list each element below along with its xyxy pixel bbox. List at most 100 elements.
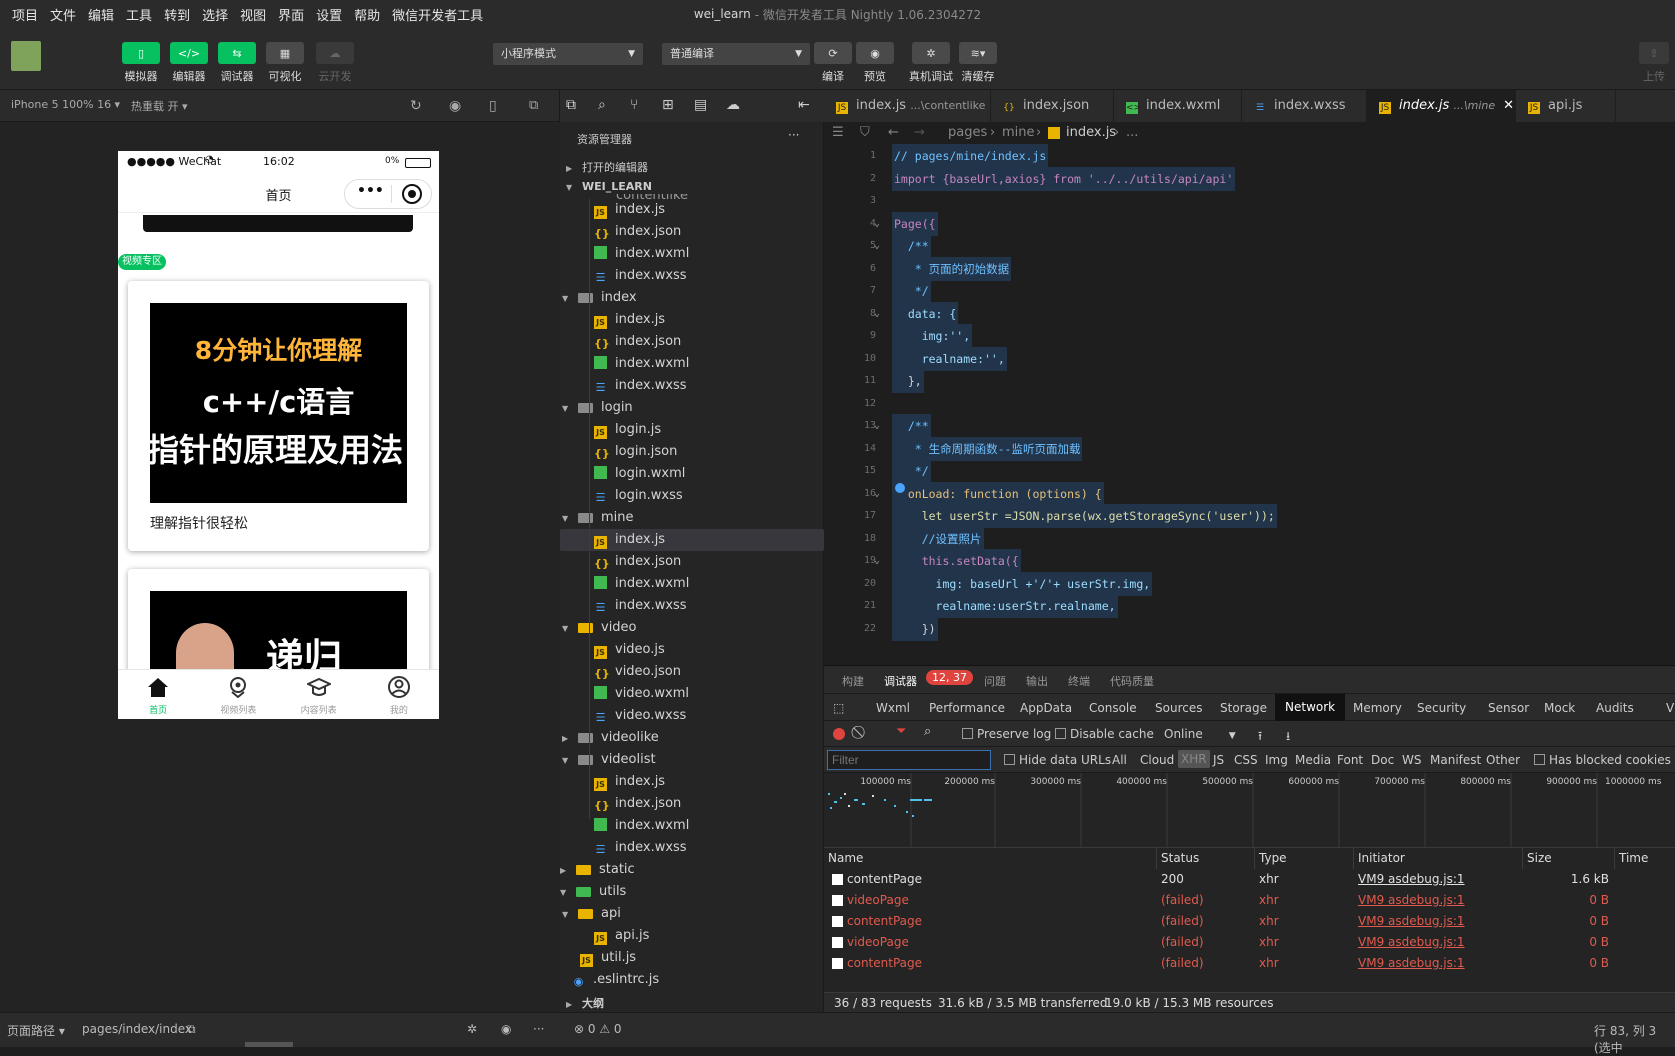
menu-help[interactable]: 帮助 (348, 5, 386, 24)
editor-tab[interactable]: JS index.js ...\contentlike (824, 90, 991, 122)
request-initiator[interactable]: VM9 asdebug.js:1 (1358, 911, 1465, 932)
filter-media[interactable]: Media (1295, 753, 1331, 767)
editor-tab[interactable]: JS api.js (1516, 90, 1616, 122)
tree-item[interactable]: ▼ mine (560, 507, 824, 529)
request-initiator[interactable]: VM9 asdebug.js:1 (1358, 869, 1465, 890)
filter-js[interactable]: JS (1213, 753, 1224, 767)
column-initiator[interactable]: Initiator (1354, 848, 1523, 869)
tab-build[interactable]: 构建 (842, 673, 864, 689)
simulator-button[interactable]: ▯ 模拟器 (119, 42, 163, 84)
column-size[interactable]: Size (1523, 848, 1615, 869)
menu-view[interactable]: 视图 (234, 5, 272, 24)
code-line[interactable]: 2 import {baseUrl,axios} from '../../util… (824, 166, 1675, 191)
code-line[interactable]: 5 ⌄ /** (824, 234, 1675, 258)
tree-item[interactable]: index.wxml (560, 353, 824, 375)
filter-other[interactable]: Other (1486, 753, 1520, 767)
table-row[interactable]: contentPage (failed) xhr VM9 asdebug.js:1 0 … (824, 953, 1675, 974)
bug-icon[interactable]: ✲ (467, 1022, 477, 1036)
column-type[interactable]: Type (1255, 848, 1354, 869)
tree-item[interactable]: ☰ video.wxss (560, 705, 824, 727)
menu-settings[interactable]: 设置 (310, 5, 348, 24)
extensions-icon[interactable]: ⊞ (662, 97, 674, 113)
panel-tab-wxml[interactable]: Wxml (876, 701, 910, 715)
panel-tab-sensor[interactable]: Sensor (1488, 701, 1529, 715)
column-status[interactable]: Status (1157, 848, 1255, 869)
window-icon[interactable]: ⧉ (529, 98, 538, 113)
upload-button[interactable]: ⇪ 上传 (1636, 42, 1672, 84)
more-icon[interactable]: ··· (788, 128, 799, 142)
code-line[interactable]: 16 ⌄ onLoad: function (options) { (824, 481, 1675, 506)
code-line[interactable]: 12 (824, 392, 1675, 416)
panel-icon[interactable]: ▤ (694, 97, 707, 113)
back-arrow-icon[interactable]: ← (888, 122, 899, 144)
close-icon[interactable]: ✕ (1503, 98, 1514, 113)
fold-chevron-icon[interactable]: ⌄ (874, 414, 880, 438)
workspace-root[interactable]: ▼ WEI_LEARN (566, 180, 652, 193)
tree-item[interactable]: index.wxml (560, 243, 824, 265)
copy-icon[interactable]: ⧉ (187, 1022, 196, 1037)
fold-chevron-icon[interactable]: ⌄ (874, 234, 880, 258)
tree-item[interactable]: JS login.js (560, 419, 824, 441)
panel-tab-more[interactable]: Vi (1666, 701, 1675, 715)
tab-video-list[interactable]: 视频列表 (198, 670, 278, 719)
column-name[interactable]: Name (824, 848, 1157, 869)
code-line[interactable]: 14 * 生命周期函数--监听页面加载 (824, 436, 1675, 461)
filter-ws[interactable]: WS (1402, 753, 1421, 767)
code-line[interactable]: 9 img:'', (824, 324, 1675, 348)
forward-arrow-icon[interactable]: → (914, 122, 925, 144)
remote-debug-button[interactable]: ✲ 真机调试 (903, 42, 959, 84)
filter-cloud[interactable]: Cloud (1140, 753, 1174, 767)
request-initiator[interactable]: VM9 asdebug.js:1 (1358, 932, 1465, 953)
code-area[interactable]: 1 // pages/mine/index.js 2 import {baseUrl,… (824, 144, 1675, 665)
panel-tab-audits[interactable]: Audits (1596, 701, 1634, 715)
tree-item[interactable]: {} login.json (560, 441, 824, 463)
hot-reload-select[interactable]: 热重载 开 ▾ (131, 98, 188, 114)
editor-button[interactable]: </> 编辑器 (167, 42, 211, 84)
tree-item[interactable]: ▼ videolist (560, 749, 824, 771)
panel-tab-network[interactable]: Network (1275, 694, 1346, 721)
tree-item[interactable]: {} index.json (560, 551, 824, 573)
table-row[interactable]: contentPage (failed) xhr VM9 asdebug.js:1 0 … (824, 911, 1675, 932)
tree-item[interactable]: ▼ login (560, 397, 824, 419)
menu-project[interactable]: 项目 (6, 5, 44, 24)
code-line[interactable]: 1 // pages/mine/index.js (824, 144, 1675, 168)
breadcrumb-item[interactable]: ... (1126, 122, 1138, 144)
menu-wechat-devtools[interactable]: 微信开发者工具 (386, 5, 489, 24)
capsule-menu[interactable]: ••• (344, 179, 432, 209)
tree-item[interactable]: login.wxml (560, 463, 824, 485)
open-editors-section[interactable]: ▶ 打开的编辑器 (566, 159, 648, 175)
tree-item[interactable]: JS util.js (560, 947, 824, 969)
eye-icon[interactable]: ◉ (501, 1022, 511, 1036)
panel-tab-security[interactable]: Security (1417, 701, 1466, 715)
panel-tab-mock[interactable]: Mock (1544, 701, 1575, 715)
blocked-cookies-checkbox[interactable]: Has blocked cookies (1534, 753, 1671, 767)
code-line[interactable]: 8 ⌄ data: { (824, 301, 1675, 326)
more-icon[interactable]: ••• (357, 183, 384, 199)
tree-item[interactable]: {} video.json (560, 661, 824, 683)
panel-tab-console[interactable]: Console (1089, 701, 1137, 715)
tree-item[interactable]: ☰ index.wxss (560, 837, 824, 859)
fold-chevron-icon[interactable]: ⌄ (874, 212, 880, 236)
table-row[interactable]: videoPage (failed) xhr VM9 asdebug.js:1 0 B (824, 932, 1675, 953)
code-line[interactable]: 6 * 页面的初始数据 (824, 256, 1675, 281)
panel-tab-sources[interactable]: Sources (1155, 701, 1202, 715)
panel-tab-memory[interactable]: Memory (1353, 701, 1402, 715)
panel-tab-performance[interactable]: Performance (929, 701, 1005, 715)
search-icon[interactable]: ⌕ (598, 97, 606, 113)
breadcrumb-item[interactable]: pages (948, 122, 987, 144)
tree-item[interactable]: JS index.js (560, 199, 824, 221)
rotate-icon[interactable]: ↻ (410, 98, 422, 114)
preview-button[interactable]: ◉ 预览 (853, 42, 897, 84)
cloud-button[interactable]: ☁ 云开发 (313, 42, 357, 84)
fold-chevron-icon[interactable]: ⌄ (874, 302, 880, 326)
tree-item[interactable]: {} index.json (560, 221, 824, 243)
filter-icon[interactable]: ⏷ (896, 724, 906, 739)
page-path-select[interactable]: 页面路径 ▾ (7, 1022, 65, 1039)
record-icon[interactable]: ◉ (449, 98, 461, 114)
code-line[interactable]: 7 */ (824, 279, 1675, 303)
code-line[interactable]: 3 (824, 189, 1675, 213)
tree-item[interactable]: JS index.js (560, 529, 824, 551)
files-icon[interactable]: ⧉ (566, 97, 576, 113)
avatar[interactable] (11, 41, 41, 71)
search-icon[interactable]: ⌕ (924, 724, 931, 739)
